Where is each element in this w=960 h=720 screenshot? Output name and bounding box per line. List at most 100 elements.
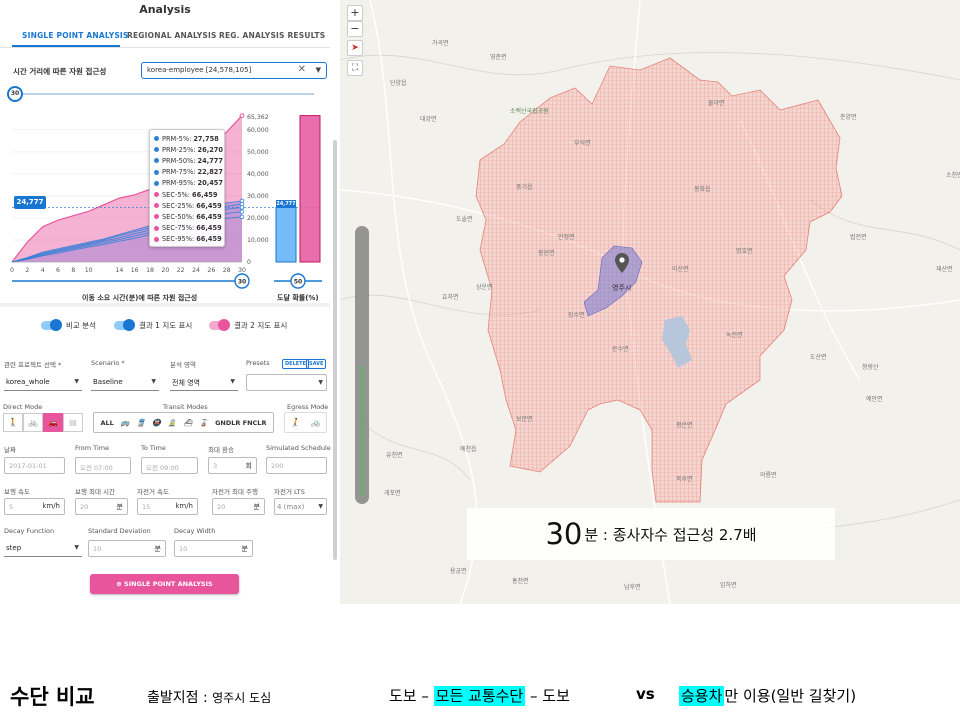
compare-toggle[interactable]: 비교 분석: [41, 319, 96, 331]
place-label: 영주시: [612, 284, 632, 292]
bike-time-value: 20: [217, 503, 226, 511]
time-cutoff-handle[interactable]: 30: [7, 86, 23, 102]
scenario-select[interactable]: Baseline ▼: [91, 374, 159, 391]
result2-toggle[interactable]: 결과 2 지도 표시: [209, 319, 287, 331]
time-scrubber[interactable]: [355, 226, 369, 504]
summary-title: 수단 비교: [10, 685, 95, 709]
from-time-field[interactable]: 오전 07:00: [75, 457, 131, 474]
tooltip-row: PRM-25%: 26,270: [154, 144, 223, 155]
time-cutoff-slider[interactable]: [14, 93, 314, 95]
bike-time-label: 자전거 최대 주행: [212, 488, 258, 496]
area-value: 전체 영역: [172, 379, 200, 387]
direct-mode-label: Direct Mode: [3, 403, 43, 411]
toggle-track[interactable]: [114, 319, 135, 331]
tooltip-series-value: 66,459: [196, 201, 222, 210]
walk-speed-field[interactable]: 5 km/h: [4, 498, 65, 515]
bike-lts-select[interactable]: 4 (max) ▼: [274, 498, 327, 515]
target-icon: ⊕: [116, 580, 125, 588]
car-icon: 🚗: [48, 418, 58, 427]
place-label: 개포면: [384, 490, 401, 497]
x-tick-label: 8: [71, 267, 75, 274]
chevron-down-icon: ▼: [318, 503, 323, 510]
car-mode-button[interactable]: 🚗: [43, 413, 63, 432]
panel-scrollbar[interactable]: [333, 140, 337, 560]
bike-speed-field[interactable]: 15 km/h: [137, 498, 198, 515]
tab-reg-analysis-results[interactable]: REG. ANALYSIS RESULTS: [219, 31, 325, 40]
tooltip-row: PRM-75%: 22,827: [154, 167, 223, 178]
bike-icon[interactable]: 🚲: [311, 418, 321, 427]
delete-button[interactable]: DELETE: [282, 359, 309, 369]
bus-icon[interactable]: 🚌: [121, 419, 130, 427]
walk-icon[interactable]: 🚶: [290, 418, 300, 427]
tram-icon[interactable]: 🚊: [168, 419, 177, 427]
legend-dot-icon: [154, 147, 159, 153]
chevron-down-icon[interactable]: ▼: [316, 66, 321, 74]
place-label: 단양읍: [390, 80, 407, 87]
ferry-icon[interactable]: ⛴: [184, 419, 193, 427]
place-label: 도솔면: [456, 216, 473, 223]
origin-marker-icon[interactable]: [615, 253, 629, 273]
bike-share-mode-button[interactable]: ▤: [63, 413, 83, 432]
tab-regional-analysis[interactable]: REGIONAL ANALYSIS: [127, 31, 217, 40]
place-label: 안정면: [558, 234, 575, 241]
place-label: 문수면: [612, 346, 629, 353]
dataset-select[interactable]: korea-employee [24,578,105] ✕ ▼: [141, 62, 327, 79]
tooltip-row: PRM-50%: 24,777: [154, 155, 223, 166]
x-tick-label: 26: [207, 267, 215, 274]
zoom-out-button[interactable]: −: [347, 21, 363, 37]
tooltip-row: SEC-50%: 66,459: [154, 211, 222, 222]
transit-all-button[interactable]: ALL: [100, 419, 113, 427]
compass-icon[interactable]: ➤: [347, 40, 363, 56]
value-badge: 24,777: [14, 196, 46, 209]
tooltip-row: SEC-5%: 66,459: [154, 189, 220, 200]
simulated-schedule-field[interactable]: 200: [266, 457, 327, 474]
tooltip-row: SEC-25%: 66,459: [154, 200, 222, 211]
date-field[interactable]: 2017-01-01: [4, 457, 65, 474]
std-dev-label: Standard Deviation: [88, 527, 151, 535]
x-range-handle-label: 30: [238, 279, 246, 286]
tooltip-series-value: 66,459: [196, 235, 222, 244]
decay-width-field[interactable]: 10 분: [174, 540, 253, 557]
bike-mode-button[interactable]: 🚲: [23, 413, 43, 432]
scenario-label: Scenario *: [91, 359, 125, 367]
scenario-value: Baseline: [93, 378, 123, 386]
max-transfer-field[interactable]: 3회: [208, 457, 257, 474]
tooltip-series-name: SEC-75%:: [162, 224, 195, 233]
walk-mode-button[interactable]: 🚶: [3, 413, 23, 432]
from-time-value: 오전 07:00: [80, 464, 113, 472]
walk-time-field[interactable]: 20 분: [75, 498, 128, 515]
place-label: 봉현면: [538, 250, 555, 257]
toggle-track[interactable]: [209, 319, 230, 331]
toggle-knob[interactable]: [218, 319, 230, 331]
std-dev-unit: 분: [154, 545, 161, 553]
tab-single-point-analysis[interactable]: SINGLE POINT ANALYSIS: [22, 31, 129, 40]
toggle-knob[interactable]: [123, 319, 135, 331]
bike-time-field[interactable]: 20 분: [212, 498, 265, 515]
decay-function-select[interactable]: step ▼: [4, 540, 82, 557]
tooltip-series-value: 66,459: [192, 190, 218, 199]
area-select[interactable]: 전체 영역 ▼: [170, 374, 238, 391]
single-point-analysis-button[interactable]: ⊕ SINGLE POINT ANALYSIS: [90, 574, 239, 594]
toggle-track[interactable]: [41, 319, 62, 331]
summary-strip: 수단 비교 출발지점 : 영주시 도심 도보 – 모든 교통수단 – 도보 vs…: [0, 604, 960, 720]
map[interactable]: + − ➤ ⛶ 영주시 봉화읍 풍기읍 안정면 이산면 문수면 평은면 장수면 …: [340, 0, 960, 604]
toggle-knob[interactable]: [50, 319, 62, 331]
subway-icon[interactable]: 🚇: [152, 419, 161, 427]
y-tick-label: 20,000: [247, 215, 269, 222]
result1-toggle[interactable]: 결과 1 지도 표시: [114, 319, 192, 331]
transit-extra-button[interactable]: GNDLR FNCLR: [215, 419, 266, 427]
fullscreen-icon[interactable]: ⛶: [347, 60, 363, 76]
to-time-field[interactable]: 오전 09:00: [141, 457, 198, 474]
clear-icon[interactable]: ✕: [298, 64, 306, 75]
std-dev-field[interactable]: 10 분: [88, 540, 166, 557]
cable-car-icon[interactable]: 🚡: [199, 419, 208, 427]
rail-icon[interactable]: 🚆: [136, 419, 145, 427]
save-button[interactable]: SAVE: [306, 359, 327, 369]
presets-select[interactable]: ▼: [246, 374, 327, 391]
x-tick-label: 4: [41, 267, 45, 274]
place-label: 효자면: [442, 294, 459, 301]
to-time-label: To Time: [141, 444, 166, 452]
zoom-in-button[interactable]: +: [347, 5, 363, 21]
project-select[interactable]: korea_whole ▼: [4, 374, 82, 391]
caption-text: 분 : 종사자수 접근성 2.7배: [584, 525, 757, 544]
